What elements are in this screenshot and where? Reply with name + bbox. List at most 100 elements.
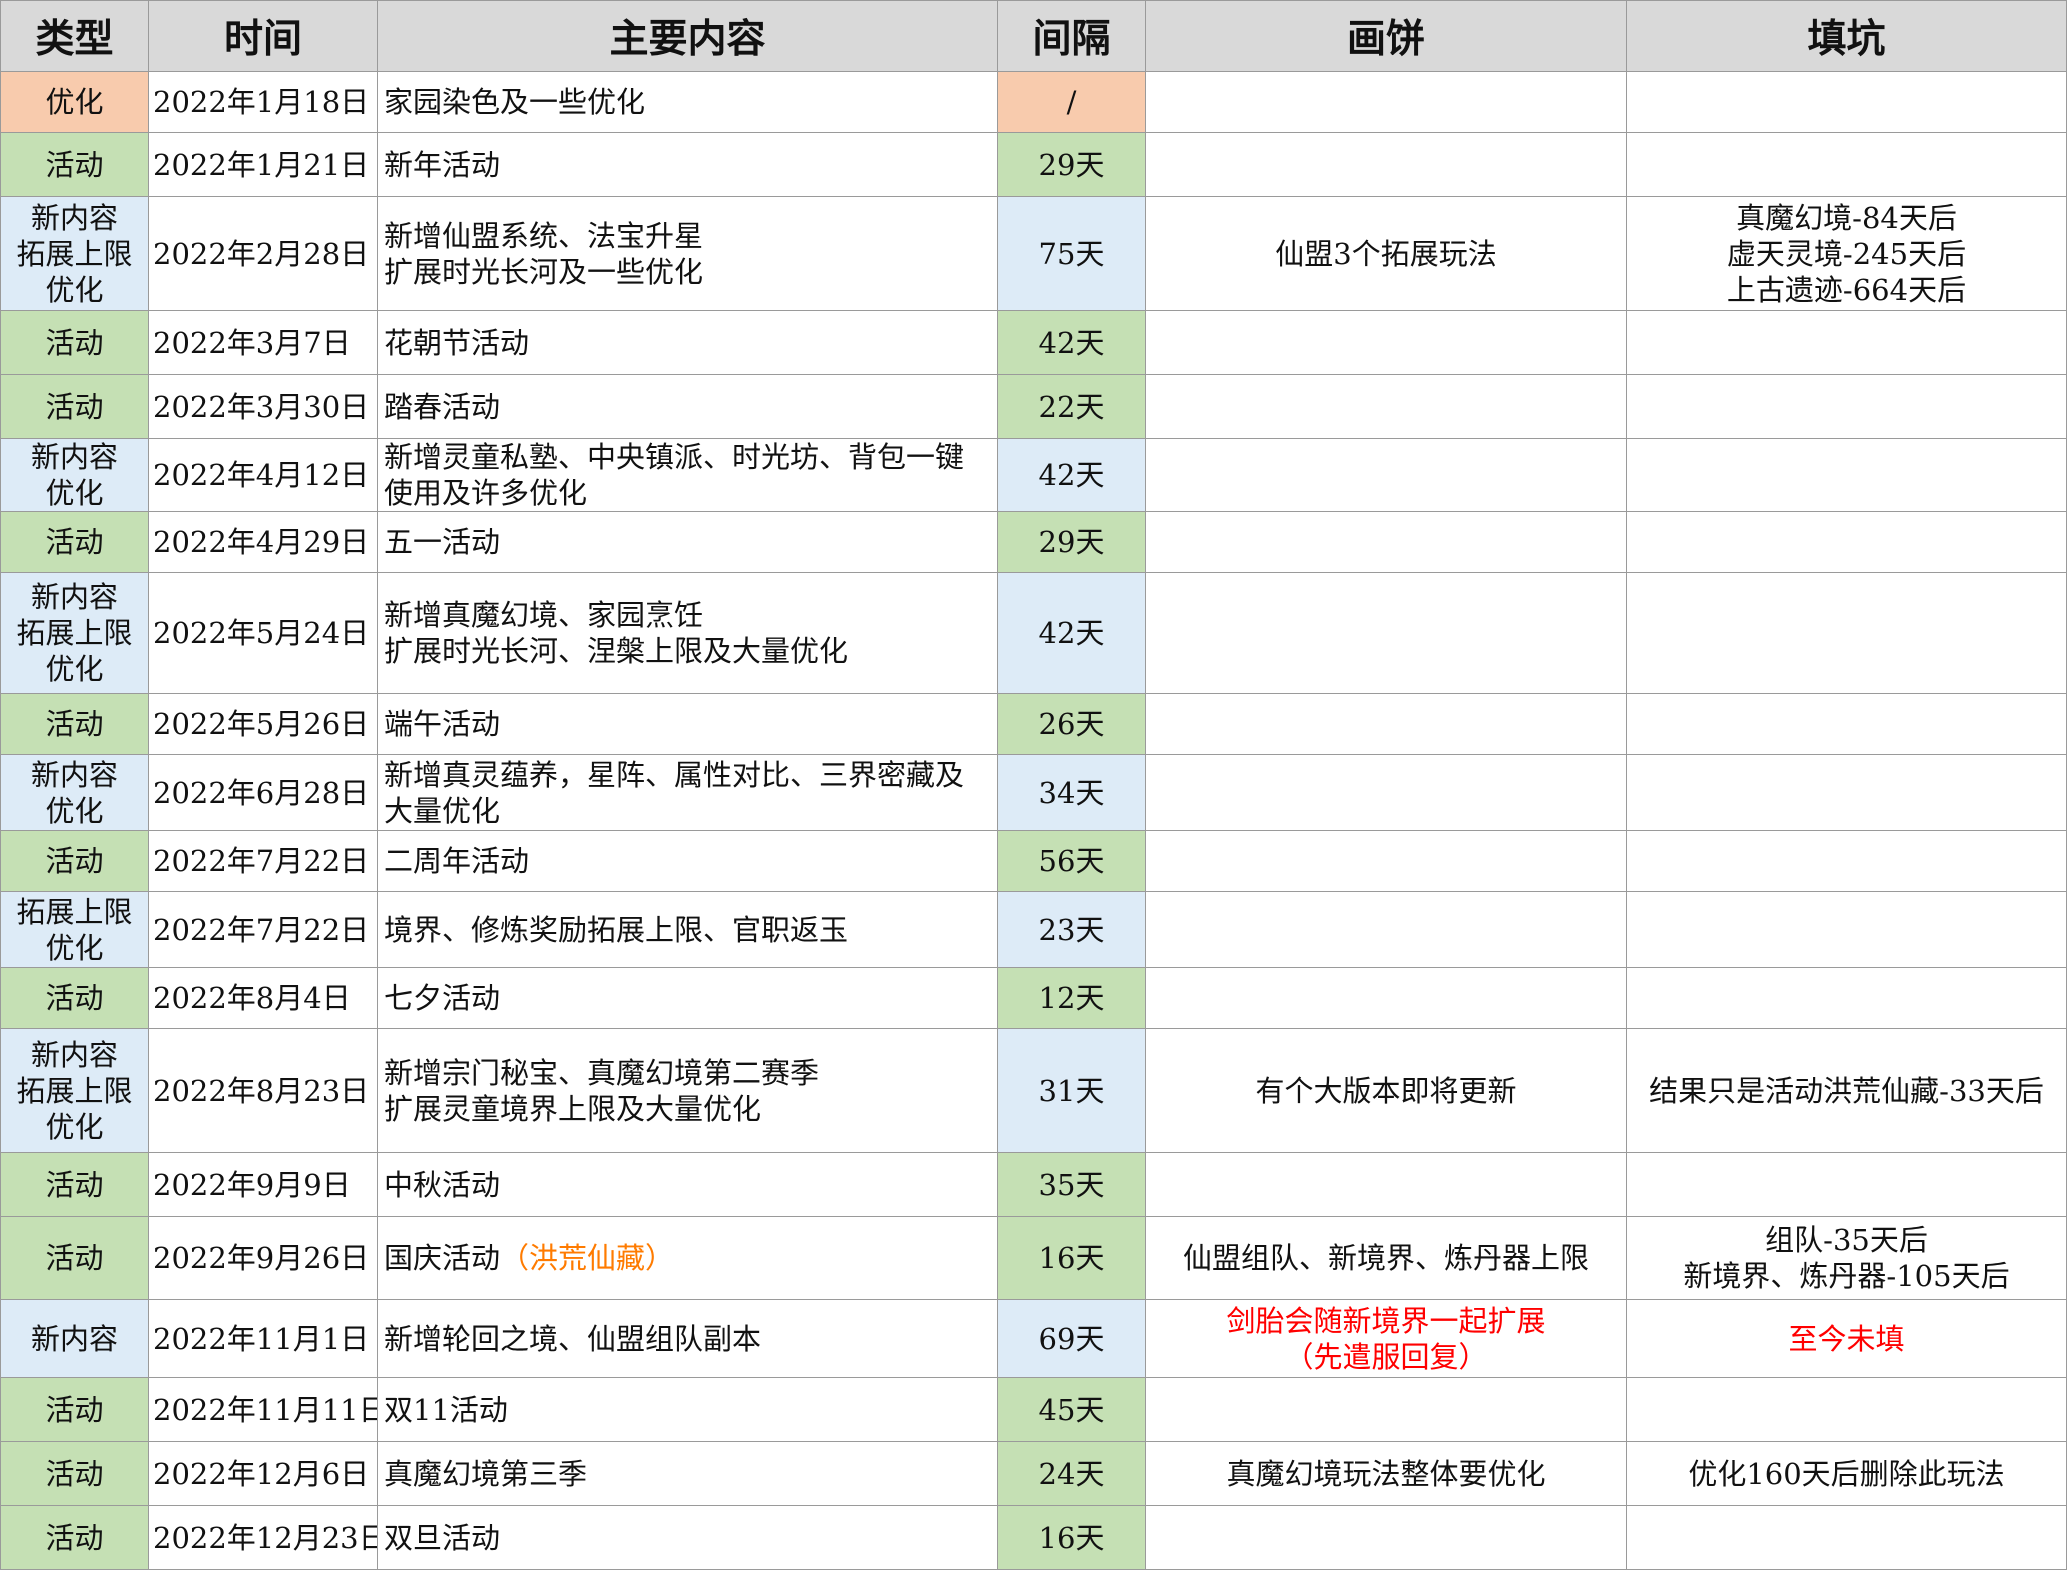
fill-cell[interactable]: [1626, 511, 2067, 573]
type-cell[interactable]: 新内容: [0, 1299, 149, 1378]
fill-cell[interactable]: [1626, 71, 2067, 133]
content-cell[interactable]: 新增真灵蕴养，星阵、属性对比、三界密藏及 大量优化: [377, 754, 998, 831]
content-cell[interactable]: 七夕活动: [377, 967, 998, 1029]
type-cell[interactable]: 新内容 拓展上限 优化: [0, 572, 149, 694]
interval-cell[interactable]: 22天: [997, 374, 1146, 439]
plan-cell[interactable]: [1145, 693, 1627, 755]
fill-cell[interactable]: [1626, 132, 2067, 197]
date-cell[interactable]: 2022年11月11日: [148, 1377, 378, 1442]
fill-cell[interactable]: 组队-35天后 新境界、炼丹器-105天后: [1626, 1216, 2067, 1300]
fill-cell[interactable]: [1626, 438, 2067, 512]
content-cell[interactable]: 花朝节活动: [377, 310, 998, 375]
fill-cell[interactable]: [1626, 830, 2067, 892]
fill-cell[interactable]: [1626, 1505, 2067, 1570]
type-cell[interactable]: 活动: [0, 511, 149, 573]
header-time[interactable]: 时间: [148, 0, 378, 72]
plan-cell[interactable]: [1145, 438, 1627, 512]
type-cell[interactable]: 活动: [0, 1216, 149, 1300]
plan-cell[interactable]: [1145, 511, 1627, 573]
type-cell[interactable]: 活动: [0, 1152, 149, 1217]
type-cell[interactable]: 优化: [0, 71, 149, 133]
date-cell[interactable]: 2022年2月28日: [148, 196, 378, 311]
content-cell[interactable]: 新增轮回之境、仙盟组队副本: [377, 1299, 998, 1378]
plan-cell[interactable]: [1145, 754, 1627, 831]
fill-cell[interactable]: [1626, 1377, 2067, 1442]
interval-cell[interactable]: 35天: [997, 1152, 1146, 1217]
fill-cell[interactable]: 真魔幻境-84天后 虚天灵境-245天后 上古遗迹-664天后: [1626, 196, 2067, 311]
type-cell[interactable]: 活动: [0, 310, 149, 375]
content-cell[interactable]: 双11活动: [377, 1377, 998, 1442]
fill-cell[interactable]: [1626, 310, 2067, 375]
fill-cell[interactable]: 优化160天后删除此玩法: [1626, 1441, 2067, 1506]
plan-cell[interactable]: 仙盟3个拓展玩法: [1145, 196, 1627, 311]
plan-cell[interactable]: [1145, 1152, 1627, 1217]
type-cell[interactable]: 活动: [0, 830, 149, 892]
interval-cell[interactable]: 42天: [997, 310, 1146, 375]
content-cell[interactable]: 新增真魔幻境、家园烹饪 扩展时光长河、涅槃上限及大量优化: [377, 572, 998, 694]
date-cell[interactable]: 2022年11月1日: [148, 1299, 378, 1378]
content-cell[interactable]: 真魔幻境第三季: [377, 1441, 998, 1506]
content-cell[interactable]: 新年活动: [377, 132, 998, 197]
interval-cell[interactable]: /: [997, 71, 1146, 133]
plan-cell[interactable]: 有个大版本即将更新: [1145, 1028, 1627, 1153]
content-cell[interactable]: 新增灵童私塾、中央镇派、时光坊、背包一键 使用及许多优化: [377, 438, 998, 512]
date-cell[interactable]: 2022年4月29日: [148, 511, 378, 573]
date-cell[interactable]: 2022年8月23日: [148, 1028, 378, 1153]
content-cell[interactable]: 国庆活动（洪荒仙藏）: [377, 1216, 998, 1300]
date-cell[interactable]: 2022年8月4日: [148, 967, 378, 1029]
interval-cell[interactable]: 24天: [997, 1441, 1146, 1506]
plan-cell[interactable]: [1145, 310, 1627, 375]
date-cell[interactable]: 2022年4月12日: [148, 438, 378, 512]
type-cell[interactable]: 新内容 拓展上限 优化: [0, 1028, 149, 1153]
date-cell[interactable]: 2022年1月21日: [148, 132, 378, 197]
fill-cell[interactable]: [1626, 1152, 2067, 1217]
date-cell[interactable]: 2022年3月7日: [148, 310, 378, 375]
interval-cell[interactable]: 16天: [997, 1216, 1146, 1300]
header-plan[interactable]: 画饼: [1145, 0, 1627, 72]
header-fill[interactable]: 填坑: [1626, 0, 2067, 72]
type-cell[interactable]: 活动: [0, 1505, 149, 1570]
content-cell[interactable]: 五一活动: [377, 511, 998, 573]
date-cell[interactable]: 2022年5月26日: [148, 693, 378, 755]
interval-cell[interactable]: 29天: [997, 132, 1146, 197]
fill-cell[interactable]: 至今未填: [1626, 1299, 2067, 1378]
interval-cell[interactable]: 29天: [997, 511, 1146, 573]
interval-cell[interactable]: 16天: [997, 1505, 1146, 1570]
plan-cell[interactable]: [1145, 572, 1627, 694]
plan-cell[interactable]: 剑胎会随新境界一起扩展 （先遣服回复）: [1145, 1299, 1627, 1378]
content-cell[interactable]: 家园染色及一些优化: [377, 71, 998, 133]
interval-cell[interactable]: 26天: [997, 693, 1146, 755]
plan-cell[interactable]: [1145, 374, 1627, 439]
fill-cell[interactable]: [1626, 572, 2067, 694]
plan-cell[interactable]: 真魔幻境玩法整体要优化: [1145, 1441, 1627, 1506]
date-cell[interactable]: 2022年9月26日: [148, 1216, 378, 1300]
fill-cell[interactable]: [1626, 967, 2067, 1029]
content-cell[interactable]: 双旦活动: [377, 1505, 998, 1570]
header-content[interactable]: 主要内容: [377, 0, 998, 72]
interval-cell[interactable]: 42天: [997, 438, 1146, 512]
fill-cell[interactable]: [1626, 754, 2067, 831]
type-cell[interactable]: 拓展上限 优化: [0, 891, 149, 968]
type-cell[interactable]: 新内容 拓展上限 优化: [0, 196, 149, 311]
fill-cell[interactable]: 结果只是活动洪荒仙藏-33天后: [1626, 1028, 2067, 1153]
type-cell[interactable]: 活动: [0, 132, 149, 197]
content-cell[interactable]: 新增仙盟系统、法宝升星 扩展时光长河及一些优化: [377, 196, 998, 311]
content-cell[interactable]: 端午活动: [377, 693, 998, 755]
date-cell[interactable]: 2022年9月9日: [148, 1152, 378, 1217]
type-cell[interactable]: 新内容 优化: [0, 754, 149, 831]
date-cell[interactable]: 2022年5月24日: [148, 572, 378, 694]
plan-cell[interactable]: [1145, 71, 1627, 133]
type-cell[interactable]: 活动: [0, 967, 149, 1029]
plan-cell[interactable]: [1145, 891, 1627, 968]
plan-cell[interactable]: [1145, 1505, 1627, 1570]
header-interval[interactable]: 间隔: [997, 0, 1146, 72]
fill-cell[interactable]: [1626, 693, 2067, 755]
plan-cell[interactable]: [1145, 1377, 1627, 1442]
content-cell[interactable]: 踏春活动: [377, 374, 998, 439]
plan-cell[interactable]: [1145, 830, 1627, 892]
date-cell[interactable]: 2022年12月23日: [148, 1505, 378, 1570]
plan-cell[interactable]: [1145, 132, 1627, 197]
interval-cell[interactable]: 56天: [997, 830, 1146, 892]
interval-cell[interactable]: 23天: [997, 891, 1146, 968]
interval-cell[interactable]: 42天: [997, 572, 1146, 694]
